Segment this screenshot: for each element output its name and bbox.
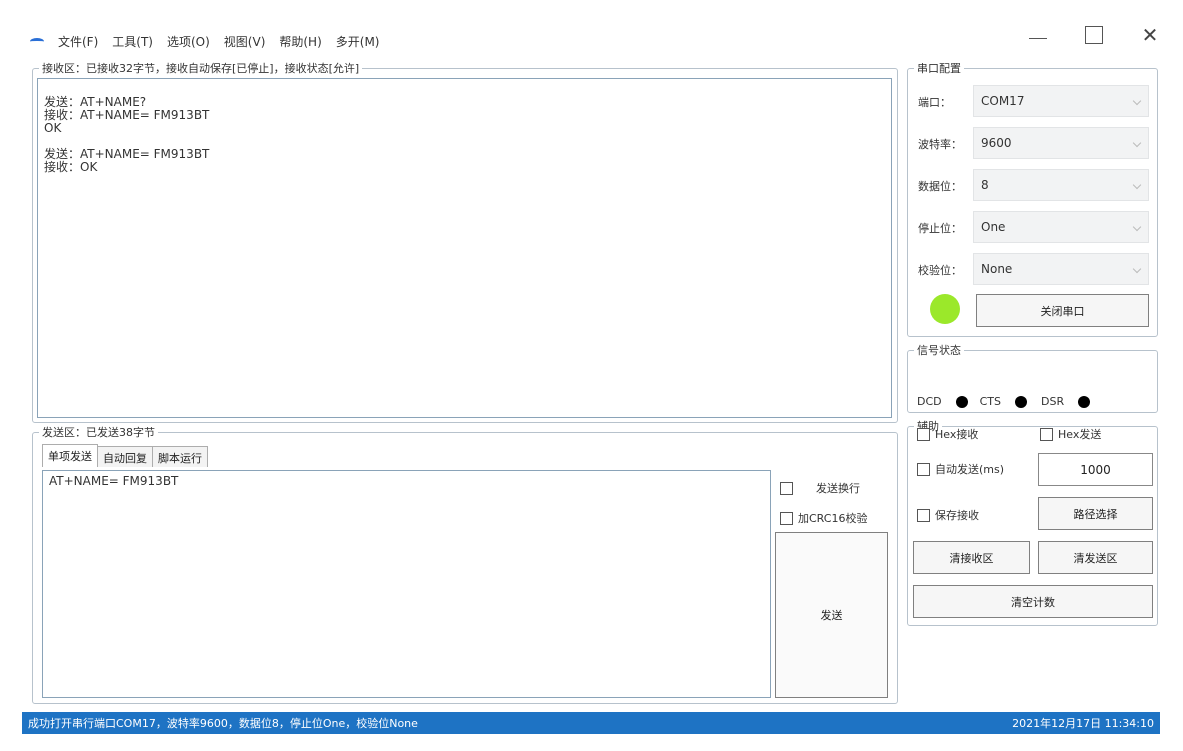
status-bar: 成功打开串行端口COM17，波特率9600，数据位8，停止位One，校验位Non…	[22, 712, 1160, 734]
menu-view[interactable]: 视图(V)	[224, 33, 266, 50]
baud-value: 9600	[981, 136, 1012, 150]
dsr-label: DSR	[1041, 395, 1065, 408]
tab-auto-reply[interactable]: 自动回复	[97, 446, 153, 467]
send-tabs: 单项发送 自动回复 脚本运行	[42, 444, 208, 467]
parity-value: None	[981, 262, 1013, 276]
menu-help[interactable]: 帮助(H)	[279, 33, 321, 50]
dcd-label: DCD	[917, 395, 942, 408]
hex-send-checkbox[interactable]: Hex发送	[1040, 426, 1101, 442]
auto-send-interval-input[interactable]: 1000	[1038, 453, 1153, 486]
dcd-indicator	[955, 395, 968, 408]
send-newline-checkbox[interactable]: 发送换行	[780, 480, 860, 496]
checkbox-box	[780, 511, 793, 525]
auto-send-label: 自动发送(ms)	[935, 463, 1005, 476]
send-button[interactable]: 发送	[775, 532, 888, 698]
chevron-down-icon	[1132, 96, 1142, 106]
checkbox-box	[917, 508, 930, 522]
baud-label: 波特率：	[918, 138, 962, 151]
parity-label: 校验位：	[918, 264, 962, 277]
hex-receive-checkbox[interactable]: Hex接收	[917, 426, 978, 442]
window-controls: ✕	[1027, 23, 1161, 47]
status-datetime: 2021年12月17日 11:34:10	[1012, 717, 1154, 730]
checkbox-box	[917, 427, 930, 441]
parity-select[interactable]: None	[973, 253, 1149, 285]
baud-select[interactable]: 9600	[973, 127, 1149, 159]
checkbox-box	[780, 481, 793, 495]
receive-title: 接收区：已接收32字节，接收自动保存[已停止]，接收状态[允许]	[39, 60, 363, 76]
clear-send-button[interactable]: 清发送区	[1038, 541, 1153, 574]
port-value: COM17	[981, 94, 1025, 108]
checkbox-box	[917, 462, 930, 476]
menu-tools[interactable]: 工具(T)	[112, 33, 153, 50]
send-textarea[interactable]: AT+NAME= FM913BT	[42, 470, 771, 698]
serial-config-title: 串口配置	[914, 60, 964, 76]
clear-receive-button[interactable]: 清接收区	[913, 541, 1030, 574]
app-logo-icon	[30, 37, 44, 45]
clear-count-button[interactable]: 清空计数	[913, 585, 1153, 618]
stop-bits-value: One	[981, 220, 1006, 234]
cts-label: CTS	[979, 395, 1002, 408]
chevron-down-icon	[1132, 264, 1142, 274]
save-receive-checkbox[interactable]: 保存接收	[917, 507, 979, 523]
tab-script-run[interactable]: 脚本运行	[152, 446, 208, 467]
path-select-button[interactable]: 路径选择	[1038, 497, 1153, 530]
menu-multi-open[interactable]: 多开(M)	[336, 33, 380, 50]
auto-send-checkbox[interactable]: 自动发送(ms)	[917, 461, 1004, 477]
send-newline-label: 发送换行	[816, 482, 860, 495]
port-label: 端口：	[918, 96, 951, 109]
stop-bits-select[interactable]: One	[973, 211, 1149, 243]
hex-receive-label: Hex接收	[935, 428, 979, 441]
port-status-indicator	[930, 294, 960, 324]
port-select[interactable]: COM17	[973, 85, 1149, 117]
status-message: 成功打开串行端口COM17，波特率9600，数据位8，停止位One，校验位Non…	[28, 717, 418, 730]
chevron-down-icon	[1132, 222, 1142, 232]
signal-status-title: 信号状态	[914, 342, 964, 358]
data-bits-select[interactable]: 8	[973, 169, 1149, 201]
chevron-down-icon	[1132, 180, 1142, 190]
menu-file[interactable]: 文件(F)	[58, 33, 98, 50]
tab-single-send[interactable]: 单项发送	[42, 444, 98, 467]
send-title: 发送区：已发送38字节	[39, 424, 158, 440]
chevron-down-icon	[1132, 138, 1142, 148]
dsr-indicator	[1078, 395, 1091, 408]
menu-bar: 文件(F) 工具(T) 选项(O) 视图(V) 帮助(H) 多开(M)	[30, 30, 379, 52]
menu-options[interactable]: 选项(O)	[167, 33, 210, 50]
crc16-label: 加CRC16校验	[798, 512, 868, 525]
close-port-button[interactable]: 关闭串口	[976, 294, 1149, 327]
minimize-icon[interactable]	[1027, 24, 1049, 46]
close-icon[interactable]: ✕	[1139, 23, 1161, 47]
data-bits-value: 8	[981, 178, 989, 192]
signal-status-row: DCD CTS DSR	[917, 395, 1091, 408]
save-receive-label: 保存接收	[935, 509, 979, 522]
hex-send-label: Hex发送	[1058, 428, 1102, 441]
stop-bits-label: 停止位：	[918, 222, 962, 235]
data-bits-label: 数据位：	[918, 180, 962, 193]
crc16-checkbox[interactable]: 加CRC16校验	[780, 510, 867, 526]
checkbox-box	[1040, 427, 1053, 441]
cts-indicator	[1015, 395, 1028, 408]
receive-textarea[interactable]: 发送：AT+NAME? 接收：AT+NAME= FM913BT OK 发送：AT…	[37, 78, 892, 418]
maximize-icon[interactable]	[1083, 24, 1105, 46]
